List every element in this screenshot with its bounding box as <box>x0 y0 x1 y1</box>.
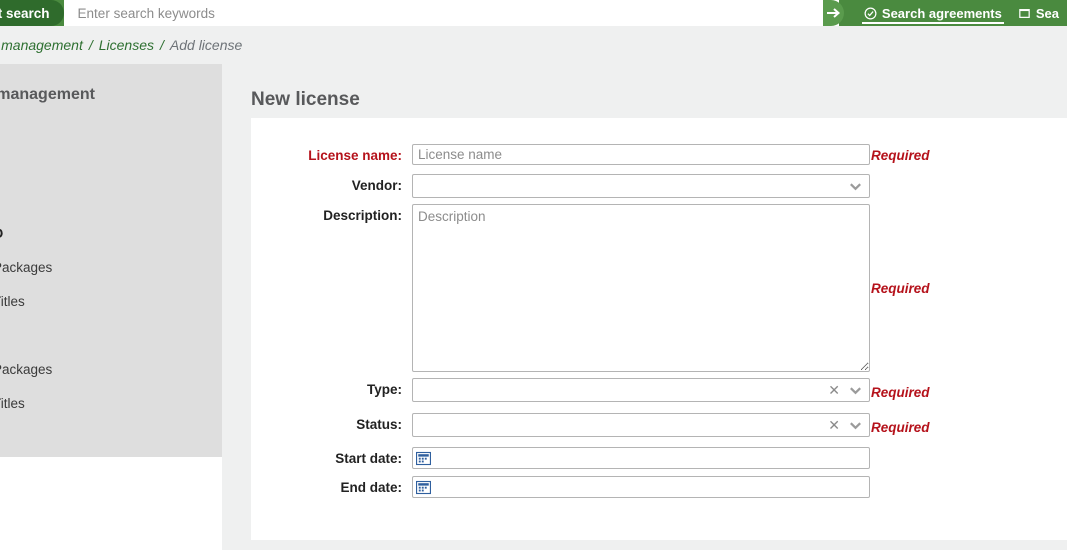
field-row-vendor: Vendor: <box>251 174 870 198</box>
field-row-type: Type: ✕ <box>251 378 870 402</box>
description-control <box>412 204 870 372</box>
breadcrumb-item-licenses[interactable]: Licenses <box>99 37 154 53</box>
top-tabs: Search agreements Sea <box>856 0 1067 26</box>
breadcrumb-item-add-license: Add license <box>170 37 242 53</box>
search-input[interactable] <box>64 0 839 26</box>
tab-search-agreements-label: Search agreements <box>882 6 1002 21</box>
search-submit-button[interactable] <box>823 0 844 26</box>
breadcrumb-item-resource-management[interactable]: urce management <box>0 37 83 53</box>
start-date-control <box>412 447 870 469</box>
type-label: Type: <box>251 378 412 397</box>
sidebar-item-titles-ebsco[interactable]: Titles <box>0 291 222 312</box>
end-date-control <box>412 476 870 498</box>
license-name-required-note: Required <box>871 148 930 163</box>
field-row-status: Status: ✕ <box>251 413 870 437</box>
chevron-down-icon[interactable] <box>848 418 863 433</box>
clear-icon[interactable]: ✕ <box>828 418 840 432</box>
field-row-description: Description: <box>251 204 870 372</box>
description-textarea[interactable] <box>412 204 870 372</box>
type-required-note: Required <box>871 385 930 400</box>
sidebar-item-ebsco[interactable]: SCO <box>0 223 222 244</box>
sidebar-item-local[interactable]: al <box>0 325 222 346</box>
sidebar-item-label: Packages <box>0 260 52 275</box>
sidebar-item-label: SCO <box>0 226 3 241</box>
page-title: New license <box>251 89 1067 111</box>
start-date-field[interactable] <box>412 447 870 469</box>
type-select[interactable]: ✕ <box>412 378 870 402</box>
type-control: ✕ <box>412 378 870 402</box>
breadcrumb-separator-2: / <box>160 37 164 53</box>
vendor-label: Vendor: <box>251 174 412 193</box>
check-circle-icon <box>864 7 877 20</box>
tab-search-second[interactable]: Sea <box>1010 0 1067 26</box>
license-name-control <box>412 144 870 165</box>
description-label: Description: <box>251 204 412 223</box>
sidebar-item-settings[interactable]: gs <box>0 189 222 210</box>
search-field-wrapper <box>64 0 839 26</box>
end-date-label: End date: <box>251 476 412 495</box>
sidebar-item-label: Packages <box>0 362 52 377</box>
license-name-label: License name: <box>251 144 412 163</box>
status-control: ✕ <box>412 413 870 437</box>
calendar-icon[interactable] <box>416 480 431 495</box>
license-name-input[interactable] <box>412 144 870 165</box>
sidebar-item-packages-local[interactable]: Packages <box>0 359 222 380</box>
top-search-bar: ent search Search agreements Sea <box>0 0 1067 26</box>
search-pill-label: ent search <box>0 0 64 26</box>
end-date-input[interactable] <box>431 477 869 497</box>
breadcrumb-list: urce management / Licenses / Add license <box>0 37 242 53</box>
description-required-note: Required <box>871 281 930 296</box>
vendor-select[interactable] <box>412 174 870 198</box>
status-required-note: Required <box>871 420 930 435</box>
sidebar: ce management ents s gs SCO Packages <box>0 64 222 457</box>
arrow-right-icon <box>825 5 841 21</box>
new-license-form: License name: Required Vendor: Descripti… <box>251 118 1067 540</box>
calendar-icon[interactable] <box>416 451 431 466</box>
field-row-start-date: Start date: <box>251 447 870 469</box>
sidebar-item-label: Titles <box>0 294 25 309</box>
main-content: New license License name: Required Vendo… <box>222 64 1067 550</box>
status-select[interactable]: ✕ <box>412 413 870 437</box>
field-row-license-name: License name: <box>251 144 870 165</box>
start-date-label: Start date: <box>251 447 412 466</box>
breadcrumb: urce management / Licenses / Add license <box>0 26 1067 64</box>
sidebar-item-titles-local[interactable]: Titles <box>0 393 222 414</box>
box-icon <box>1018 7 1031 20</box>
sidebar-item-label: Titles <box>0 396 25 411</box>
status-label: Status: <box>251 413 412 432</box>
chevron-down-icon[interactable] <box>848 383 863 398</box>
tab-search-agreements[interactable]: Search agreements <box>856 0 1010 26</box>
breadcrumb-separator-1: / <box>89 37 93 53</box>
sidebar-item-agreements[interactable]: ents <box>0 121 222 142</box>
tab-search-second-label: Sea <box>1036 6 1059 21</box>
field-row-end-date: End date: <box>251 476 870 498</box>
end-date-field[interactable] <box>412 476 870 498</box>
sidebar-item-licenses[interactable]: s <box>0 155 222 176</box>
vendor-control <box>412 174 870 198</box>
clear-icon[interactable]: ✕ <box>828 383 840 397</box>
start-date-input[interactable] <box>431 448 869 468</box>
sidebar-title: ce management <box>0 86 222 104</box>
sidebar-item-packages-ebsco[interactable]: Packages <box>0 257 222 278</box>
chevron-down-icon[interactable] <box>848 179 863 194</box>
